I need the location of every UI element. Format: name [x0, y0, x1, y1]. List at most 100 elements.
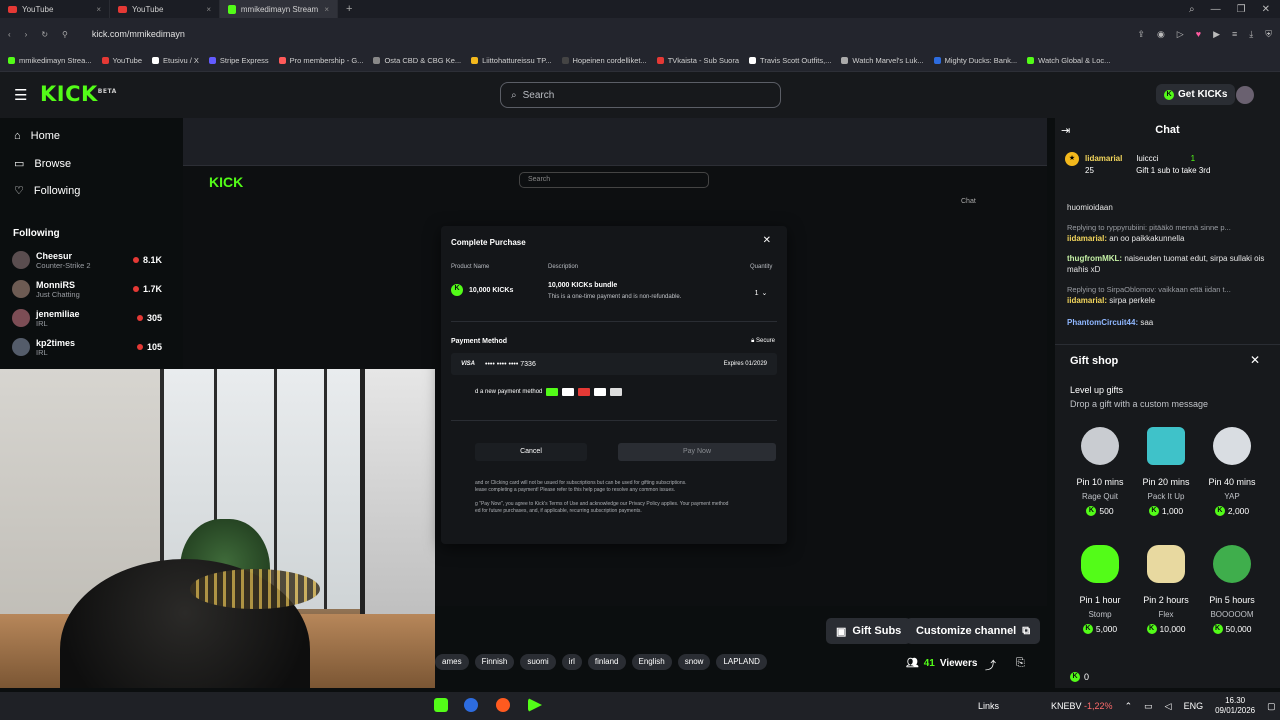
browser-tab[interactable]: YouTube × [110, 0, 220, 18]
sidebar-item-browse[interactable]: ▭ Browse [14, 157, 71, 171]
close-window-button[interactable]: ✕ [1262, 4, 1270, 15]
following-channel[interactable]: kp2times IRL 105 [12, 333, 162, 361]
reload-icon[interactable]: ↻ [41, 30, 48, 39]
window-controls: ⌕ — ❐ ✕ [1189, 4, 1280, 15]
share-icon[interactable]: ⇪ [1137, 29, 1145, 40]
sidebar-item-following[interactable]: ♡ Following [14, 184, 80, 198]
search-tabs-icon[interactable]: ⌕ [1189, 4, 1195, 15]
bookmark[interactable]: Watch Global & Loc... [1027, 56, 1110, 65]
bookmark[interactable]: Etusivu / X [152, 56, 199, 65]
flow-icon[interactable]: ▷ [1177, 29, 1184, 40]
share-icon[interactable]: ⤴ [985, 657, 996, 673]
stock-ticker[interactable]: KNEBV -1,22% [1051, 701, 1113, 711]
quantity-select[interactable]: 1 ⌄ [750, 286, 772, 300]
camera-icon[interactable]: ◉ [1157, 29, 1165, 40]
tag[interactable]: snow [677, 654, 711, 670]
clip-icon[interactable]: ⎘ [1016, 657, 1025, 670]
minimize-button[interactable]: — [1211, 4, 1221, 15]
search-input[interactable]: ⌕ Search [500, 82, 781, 108]
gift-item-stomp[interactable]: Pin 1 hour Stomp K 5,000 [1066, 545, 1134, 634]
download-icon[interactable]: ⤓ [1249, 29, 1253, 40]
bookmark[interactable]: Stripe Express [208, 56, 269, 65]
stream-inner-browser [183, 118, 1047, 166]
add-payment-method[interactable]: d a new payment method [475, 388, 623, 396]
menu-icon[interactable]: ≡ [1232, 29, 1237, 40]
volume-icon[interactable]: ◁ [1165, 701, 1172, 712]
media-app-icon[interactable] [528, 698, 542, 712]
clock[interactable]: 16.30 09/01/2026 [1215, 696, 1255, 716]
kick-icon [8, 57, 15, 64]
tag[interactable]: English [631, 654, 672, 670]
new-tab-button[interactable]: + [338, 3, 360, 15]
sidebar-item-home[interactable]: ⌂ Home [14, 130, 60, 142]
bookmark[interactable]: Osta CBD & CBG Ke... [373, 56, 461, 65]
close-icon[interactable]: × [324, 5, 329, 14]
pay-now-button[interactable]: Pay Now [618, 443, 776, 461]
close-icon[interactable]: × [206, 5, 211, 14]
column-header: Product Name [451, 264, 490, 270]
site-info-icon[interactable]: ⚲ [62, 30, 68, 39]
maximize-button[interactable]: ❐ [1237, 4, 1246, 15]
following-channel[interactable]: MonniRS Just Chatting 1.7K [12, 275, 162, 303]
bookmark[interactable]: Hopeinen cordelliket... [561, 56, 647, 65]
bookmark[interactable]: Mighty Ducks: Bank... [933, 56, 1017, 65]
forward-icon[interactable]: › [25, 30, 28, 39]
close-icon[interactable]: ✕ [763, 235, 771, 246]
bookmark[interactable]: Pro membership - G... [278, 56, 363, 65]
gift-item-flex[interactable]: Pin 2 hours Flex K 10,000 [1132, 545, 1200, 634]
gift-item-boooom[interactable]: Pin 5 hours BOOOOOM K 50,000 [1198, 545, 1266, 634]
gift-item-yap[interactable]: Pin 40 mins YAP K 2,000 [1198, 427, 1266, 516]
pinned-gift-message[interactable]: ★ lidamarial luiccci 1 25 Gift 1 sub to t… [1065, 152, 1270, 175]
following-channel[interactable]: jenemiliae IRL 305 [12, 304, 162, 332]
firefox-app-icon[interactable] [496, 698, 510, 712]
language-indicator[interactable]: ENG [1184, 701, 1204, 711]
tag[interactable]: Finnish [474, 654, 515, 670]
kicks-coin-icon: K [1212, 624, 1223, 634]
url-input[interactable]: kick.com/mmikedimayn [92, 29, 185, 39]
gift-subs-button[interactable]: ▣ Gift Subs [826, 618, 912, 644]
menu-icon[interactable]: ☰ [14, 86, 27, 104]
links-toolbar[interactable]: Links [978, 701, 999, 711]
search-icon: ⌕ [511, 89, 517, 101]
shield-icon[interactable]: ⛨ [1265, 29, 1272, 40]
bookmark[interactable]: TVkaista - Sub Suora [656, 56, 739, 65]
notifications-icon[interactable]: ▢ [1267, 701, 1276, 712]
browse-icon: ▭ [14, 158, 25, 170]
heart-icon[interactable]: ♥ [1196, 29, 1201, 40]
youtube-icon [118, 5, 127, 13]
modal-title: Complete Purchase [451, 238, 526, 247]
top-navigation: ☰ KICKBETA ⌕ Search K Get KICKs [0, 72, 1280, 118]
avatar[interactable] [1236, 86, 1254, 104]
back-icon[interactable]: ‹ [8, 30, 11, 39]
tag[interactable]: finland [587, 654, 626, 670]
collapse-chat-icon[interactable]: ⇥ [1061, 124, 1070, 137]
kick-logo[interactable]: KICKBETA [40, 82, 117, 106]
tag[interactable]: LAPLAND [716, 654, 767, 670]
get-kicks-button[interactable]: K Get KICKs [1156, 84, 1236, 105]
bookmark[interactable]: YouTube [101, 56, 142, 65]
player-icon[interactable]: ▶ [1213, 29, 1220, 40]
browser-tab-active[interactable]: mmikedimayn Stream - V× [220, 0, 338, 18]
bookmark[interactable]: Travis Scott Outfits,... [749, 56, 831, 65]
tag[interactable]: ames [435, 654, 469, 670]
tag[interactable]: irl [561, 654, 582, 670]
browser-app-icon[interactable] [464, 698, 478, 712]
network-icon[interactable]: ▭ [1144, 701, 1153, 712]
cancel-button[interactable]: Cancel [475, 443, 587, 461]
gift-item-pack-it-up[interactable]: Pin 20 mins Pack It Up K 1,000 [1132, 427, 1200, 516]
chevron-up-icon[interactable]: ⌃ [1125, 701, 1133, 712]
bookmark[interactable]: Watch Marvel's Luk... [841, 56, 924, 65]
gift-item-rage-quit[interactable]: Pin 10 mins Rage Quit K 500 [1066, 427, 1134, 516]
tag[interactable]: suomi [520, 654, 556, 670]
following-channel[interactable]: Cheesur Counter-Strike 2 8.1K [12, 246, 162, 274]
bookmark[interactable]: mmikedimayn Strea... [8, 56, 92, 65]
customize-channel-button[interactable]: Customize channel ⧉ [906, 618, 1041, 644]
saved-card-option[interactable]: VISA •••• •••• •••• 7336 Expires 01/2029 [451, 353, 777, 375]
bookmark[interactable]: Liittohattureissu TP... [471, 56, 552, 65]
sidebar: ⌂ Home ▭ Browse ♡ Following Following Chees… [0, 118, 175, 372]
close-icon[interactable]: ✕ [1250, 353, 1260, 367]
browser-tab[interactable]: YouTube × [0, 0, 110, 18]
close-icon[interactable]: × [96, 5, 101, 14]
sneaker-icon [1081, 545, 1119, 583]
kick-app-icon[interactable] [434, 698, 448, 712]
